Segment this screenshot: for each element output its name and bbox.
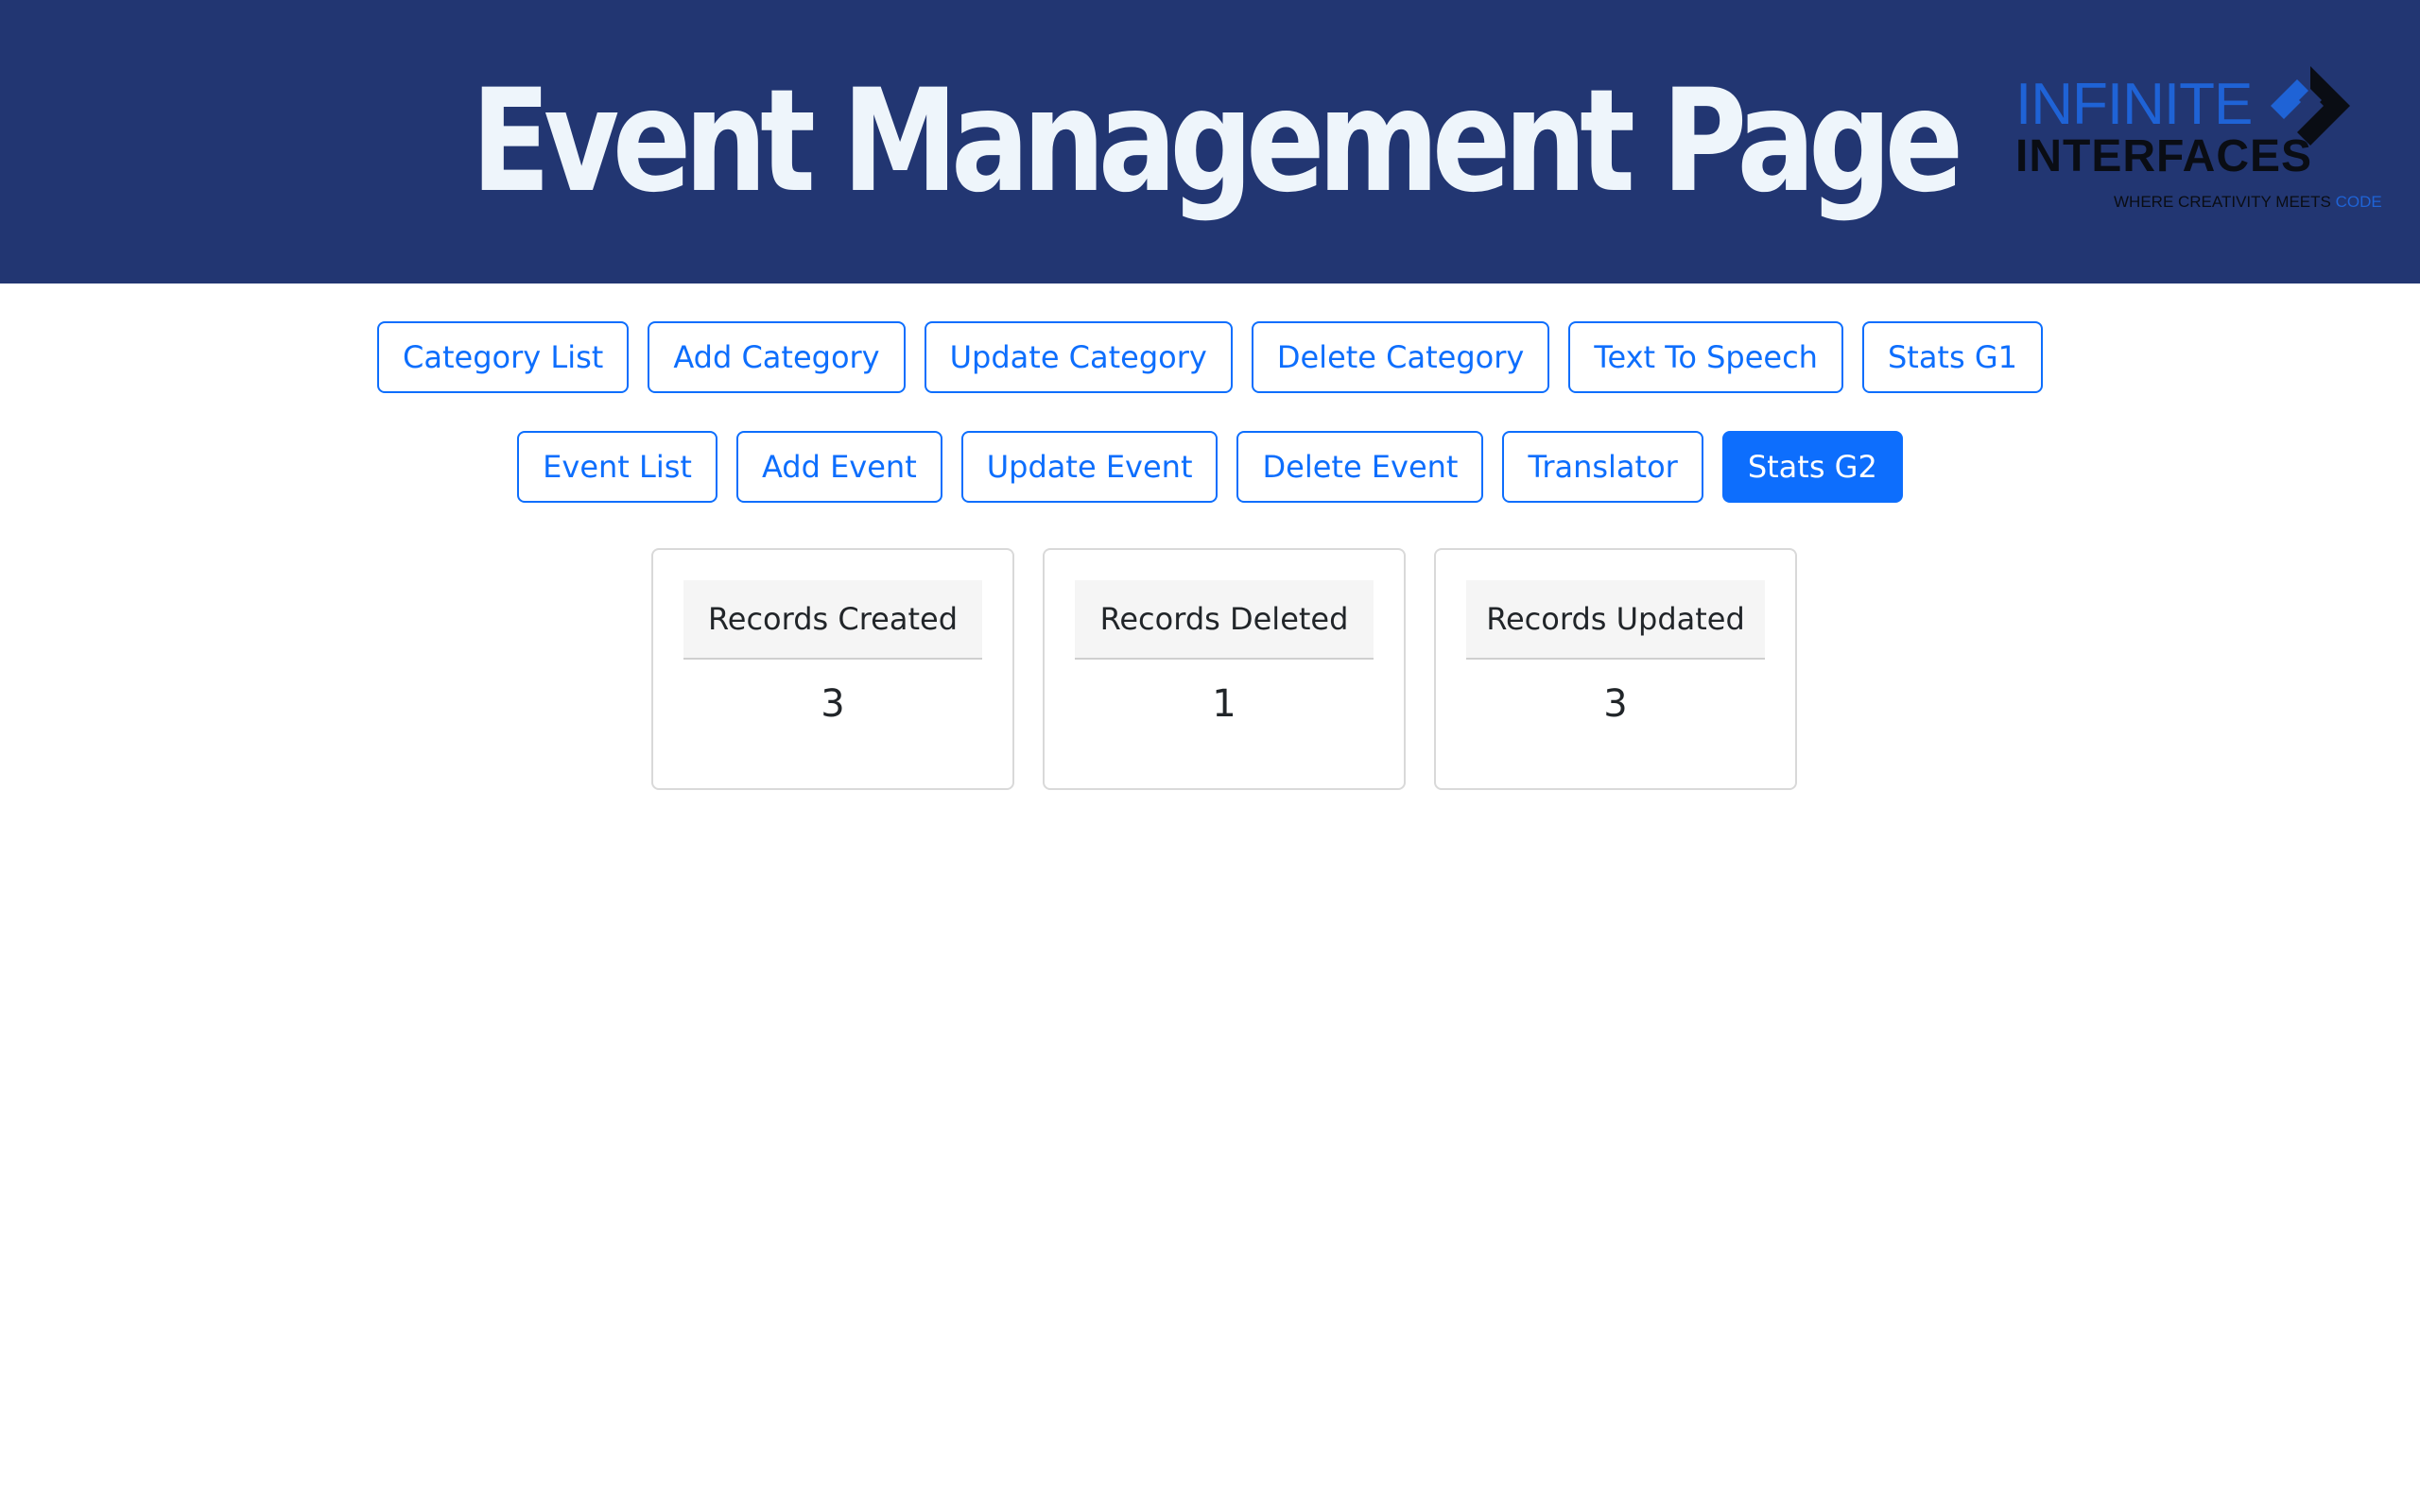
- stats-g2-button[interactable]: Stats G2: [1721, 431, 1903, 503]
- logo-line-1: INFINITE: [2015, 72, 2253, 137]
- stat-card-label: Records Deleted: [1075, 580, 1374, 660]
- stat-card-value: 1: [1212, 682, 1236, 726]
- category-list-button[interactable]: Category List: [377, 321, 630, 393]
- add-event-button[interactable]: Add Event: [735, 431, 942, 503]
- page-title: Event Management Page: [471, 60, 1963, 224]
- stat-card-label: Records Created: [683, 580, 982, 660]
- update-category-button[interactable]: Update Category: [924, 321, 1233, 393]
- text-to-speech-button[interactable]: Text To Speech: [1568, 321, 1843, 393]
- stat-card-records-deleted: Records Deleted 1: [1043, 548, 1406, 790]
- company-logo: INFINITE INTERFACES WHERE CREATIVITY MEE…: [2012, 62, 2382, 223]
- category-nav-row: Category List Add Category Update Catego…: [0, 321, 2420, 393]
- event-list-button[interactable]: Event List: [517, 431, 717, 503]
- stat-card-records-created: Records Created 3: [651, 548, 1014, 790]
- stats-cards: Records Created 3 Records Deleted 1 Reco…: [0, 548, 2420, 790]
- header-banner: Event Management Page INFINITE INTERFACE…: [0, 0, 2420, 284]
- stat-card-value: 3: [1603, 682, 1628, 726]
- logo-tagline-text: WHERE CREATIVITY MEETS: [2114, 193, 2331, 211]
- event-nav-row: Event List Add Event Update Event Delete…: [0, 431, 2420, 503]
- translator-button[interactable]: Translator: [1502, 431, 1703, 503]
- stat-card-value: 3: [821, 682, 845, 726]
- stats-g1-button[interactable]: Stats G1: [1861, 321, 2043, 393]
- update-event-button[interactable]: Update Event: [960, 431, 1219, 503]
- delete-event-button[interactable]: Delete Event: [1236, 431, 1484, 503]
- logo-tagline: WHERE CREATIVITY MEETS CODE: [2114, 193, 2382, 212]
- stat-card-records-updated: Records Updated 3: [1434, 548, 1797, 790]
- logo-tagline-accent: CODE: [2335, 193, 2382, 211]
- add-category-button[interactable]: Add Category: [648, 321, 906, 393]
- stat-card-label: Records Updated: [1466, 580, 1765, 660]
- logo-line-2: INTERFACES: [2015, 131, 2313, 181]
- delete-category-button[interactable]: Delete Category: [1251, 321, 1550, 393]
